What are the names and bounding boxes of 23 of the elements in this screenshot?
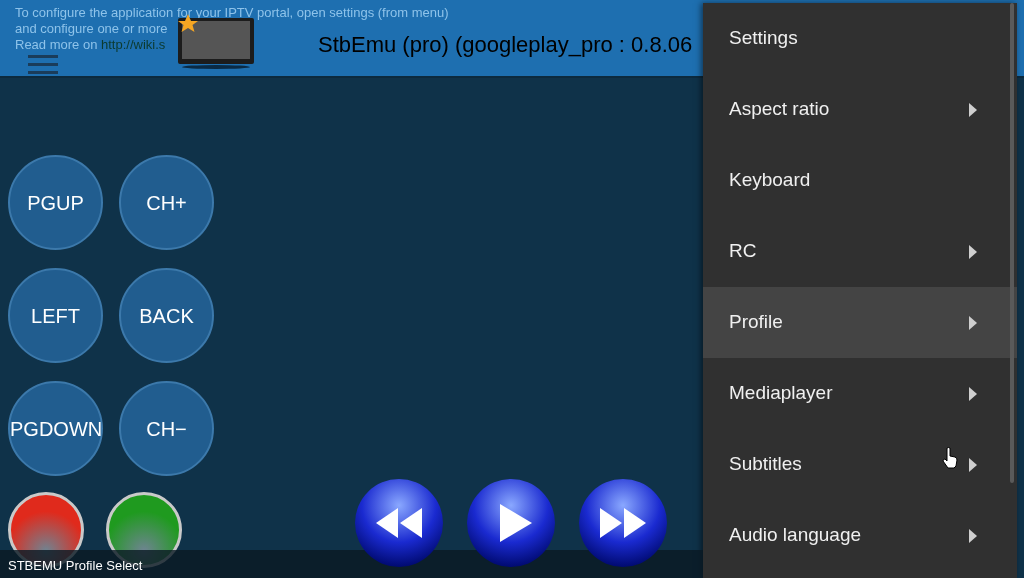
remote-key-button[interactable]: CH−: [119, 381, 214, 476]
menu-item[interactable]: Aspect ratio: [703, 74, 1017, 145]
menu-item[interactable]: Subtitles: [703, 429, 1017, 500]
info-text: and configure one or more: [15, 21, 169, 37]
remote-key-button[interactable]: CH+: [119, 155, 214, 250]
remote-key-button[interactable]: PGDOWN: [8, 381, 103, 476]
play-button[interactable]: [466, 478, 556, 568]
menu-item[interactable]: RC: [703, 216, 1017, 287]
fast-forward-button[interactable]: [578, 478, 668, 568]
menu-item[interactable]: Keyboard: [703, 145, 1017, 216]
info-text: Read more on: [15, 37, 99, 52]
menu-item[interactable]: Settings: [703, 3, 1017, 74]
remote-key-button[interactable]: BACK: [119, 268, 214, 363]
menu-item[interactable]: Audio language: [703, 500, 1017, 571]
remote-key-button[interactable]: LEFT: [8, 268, 103, 363]
app-title: StbEmu (pro) (googleplay_pro : 0.8.06: [318, 31, 693, 59]
status-text: STBEMU Profile Select: [8, 558, 143, 573]
rewind-button[interactable]: [354, 478, 444, 568]
menu-item[interactable]: Mediaplayer: [703, 358, 1017, 429]
menu-item[interactable]: Profile: [703, 287, 1017, 358]
remote-key-button[interactable]: PGUP: [8, 155, 103, 250]
hand-cursor-icon: [942, 446, 958, 469]
info-text: To configure the application for your IPTV portal, open settings (from menu): [15, 5, 449, 21]
